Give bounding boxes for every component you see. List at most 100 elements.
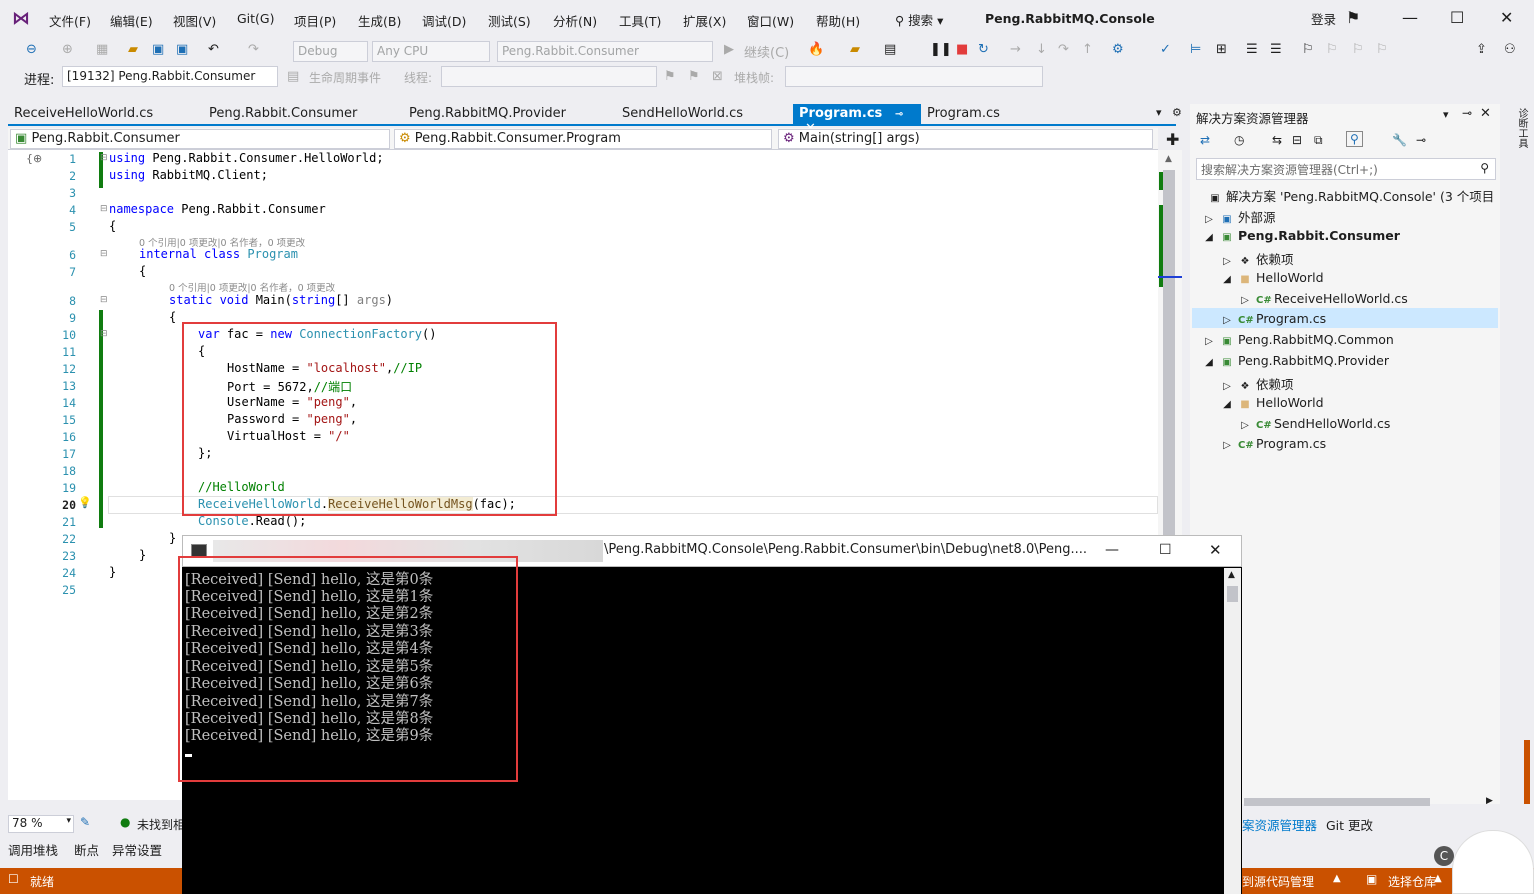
columns-icon[interactable]: ⊞ <box>1216 42 1227 57</box>
navigate-back-icon[interactable]: ⊖ <box>26 42 37 57</box>
minimize-button[interactable]: — <box>1402 8 1418 27</box>
expand-icon[interactable]: ▷ <box>1220 256 1234 267</box>
filter-icon[interactable]: ⚲ <box>1346 131 1363 147</box>
add-to-source-control[interactable]: 到源代码管理 <box>1242 873 1314 890</box>
diagnostic-tools-tab[interactable]: 诊断工具 <box>1514 108 1529 148</box>
configuration-select[interactable]: Debug <box>293 41 368 62</box>
show-next-statement-icon[interactable]: → <box>1010 42 1021 57</box>
menu-git[interactable]: Git(G) <box>237 11 275 26</box>
tree-item-consumer-project[interactable]: ◢ ▣ Peng.Rabbit.Consumer <box>1202 228 1400 243</box>
menu-edit[interactable]: 编辑(E) <box>110 11 153 30</box>
tab-sendhelloworld[interactable]: SendHelloWorld.cs <box>616 104 749 124</box>
menu-project[interactable]: 项目(P) <box>294 11 336 30</box>
pin-icon[interactable]: ⊸ <box>1462 106 1472 120</box>
expand-icon[interactable]: ▷ <box>1238 295 1252 306</box>
panel-dropdown-icon[interactable]: ▾ <box>1443 108 1449 121</box>
console-minimize-button[interactable]: — <box>1105 542 1119 558</box>
close-panel-icon[interactable]: ✕ <box>1480 106 1491 121</box>
collapse-all-icon[interactable]: ⊟ <box>1292 133 1302 147</box>
menu-file[interactable]: 文件(F) <box>49 11 91 30</box>
sync-icon[interactable]: ⇄ <box>1200 133 1210 147</box>
tree-item-external-sources[interactable]: ▷ ▣ 外部源 <box>1202 207 1275 226</box>
tab-solution-explorer[interactable]: 案资源管理器 <box>1242 815 1317 834</box>
close-window-button[interactable]: ✕ <box>1500 8 1513 27</box>
tree-item-provider-project[interactable]: ◢ ▣ Peng.RabbitMQ.Provider <box>1202 353 1389 368</box>
maximize-button[interactable]: ☐ <box>1450 8 1464 27</box>
collapse-region-icon[interactable]: ⊟ <box>100 329 108 339</box>
filter-threads-icon[interactable]: ⚑ <box>688 69 700 84</box>
menu-window[interactable]: 窗口(W) <box>747 11 794 30</box>
align-icon[interactable]: ⊨ <box>1190 42 1201 57</box>
select-repository[interactable]: 选择仓库 <box>1388 873 1436 890</box>
expand-icon[interactable]: ▷ <box>1220 315 1234 326</box>
open-file-icon[interactable]: ▰ <box>128 42 138 57</box>
collapse-region-icon[interactable]: ⊟ <box>100 204 108 214</box>
collapse-icon[interactable]: ◢ <box>1202 232 1216 243</box>
menu-extensions[interactable]: 扩展(X) <box>683 11 726 30</box>
tab-receivehelloworld[interactable]: ReceiveHelloWorld.cs <box>8 104 159 124</box>
console-scrollbar[interactable]: ▲ <box>1224 568 1241 894</box>
member-dropdown[interactable]: ⚙ Main(string[] args) <box>778 129 1153 149</box>
tree-item-program-provider[interactable]: ▷ C# Program.cs <box>1220 436 1326 451</box>
thread-select[interactable] <box>441 66 657 87</box>
diagnostics-icon[interactable]: ⚙ <box>1112 42 1124 57</box>
codelens-hint[interactable]: 0 个引用|0 项更改|0 名作者，0 项更改 <box>169 280 335 294</box>
indent-icon[interactable]: ☰ <box>1246 42 1258 57</box>
scroll-up-icon[interactable]: ▲ <box>1165 154 1172 164</box>
tree-item-common-project[interactable]: ▷ ▣ Peng.RabbitMQ.Common <box>1202 332 1394 347</box>
lightbulb-icon[interactable]: 💡 <box>78 496 92 509</box>
menu-tools[interactable]: 工具(T) <box>619 11 661 30</box>
history-icon[interactable]: ◷ <box>1234 133 1244 147</box>
tab-dropdown-icon[interactable]: ▾ <box>1150 104 1168 124</box>
tree-item-dependencies[interactable]: ▷ ❖ 依赖项 <box>1220 374 1293 393</box>
tree-item-solution[interactable]: ▣ 解决方案 'Peng.RabbitMQ.Console' (3 个项目 <box>1208 186 1494 205</box>
tab-provider-project[interactable]: Peng.RabbitMQ.Provider <box>403 104 572 124</box>
expand-icon[interactable]: ▷ <box>1220 440 1234 451</box>
restart-icon[interactable]: ↻ <box>978 42 989 57</box>
live-share-icon[interactable]: ⚇ <box>1504 42 1516 57</box>
outdent-icon[interactable]: ☰ <box>1270 42 1282 57</box>
play-icon[interactable]: ▶ <box>724 42 734 57</box>
menu-build[interactable]: 生成(B) <box>358 11 401 30</box>
properties-icon[interactable]: 🔧 <box>1392 133 1407 147</box>
process-select[interactable]: [19132] Peng.Rabbit.Consumer <box>62 66 278 87</box>
tab-breakpoints[interactable]: 断点 <box>74 840 99 859</box>
scroll-thumb[interactable] <box>1227 586 1238 602</box>
bookmark-icon[interactable]: ⚐ <box>1302 42 1314 57</box>
lifecycle-events-button[interactable]: 生命周期事件 <box>309 69 381 86</box>
continue-button[interactable]: 继续(C) <box>744 42 789 61</box>
stop-icon[interactable]: ■ <box>956 42 968 57</box>
save-icon[interactable]: ▣ <box>152 42 164 57</box>
layout-icon[interactable]: ▤ <box>884 42 896 57</box>
menu-help[interactable]: 帮助(H) <box>816 11 860 30</box>
stack-frame-select[interactable] <box>785 66 1043 87</box>
tab-git-changes[interactable]: Git 更改 <box>1326 815 1373 834</box>
scroll-up-icon[interactable]: ▲ <box>1228 570 1235 580</box>
undo-icon[interactable]: ↶ <box>208 42 219 57</box>
expand-icon[interactable]: ▷ <box>1202 214 1216 225</box>
tab-exception-settings[interactable]: 异常设置 <box>112 840 162 859</box>
prev-bookmark-icon[interactable]: ⚐ <box>1326 42 1338 57</box>
folder-icon[interactable]: ▰ <box>850 42 860 57</box>
redo-icon[interactable]: ↷ <box>248 42 259 57</box>
tree-item-helloworld-folder[interactable]: ◢ ■ HelloWorld <box>1220 395 1323 410</box>
clear-bookmark-icon[interactable]: ⚐ <box>1376 42 1388 57</box>
spellcheck-icon[interactable]: ✓ <box>1160 42 1171 57</box>
intellicode-icon[interactable]: ✎ <box>80 815 90 829</box>
expand-icon[interactable]: ▷ <box>1238 420 1252 431</box>
feedback-icon[interactable]: ⚑ <box>1346 8 1360 27</box>
collapse-icon[interactable]: ◢ <box>1220 274 1234 285</box>
expand-icon[interactable]: ▷ <box>1202 336 1216 347</box>
horizontal-scroll-thumb[interactable] <box>1244 798 1430 806</box>
collapse-region-icon[interactable]: ⊟ <box>100 153 108 163</box>
collapse-region-icon[interactable]: ⊟ <box>100 249 108 259</box>
switch-view-icon[interactable]: ⇆ <box>1272 133 1282 147</box>
save-all-icon[interactable]: ▣ <box>176 42 188 57</box>
new-item-icon[interactable]: ▦ <box>96 42 108 57</box>
copilot-icon[interactable]: C <box>1434 846 1454 866</box>
menu-debug[interactable]: 调试(D) <box>422 11 466 30</box>
step-out-icon[interactable]: ↑ <box>1082 42 1093 57</box>
pin-icon[interactable]: ⊸ <box>895 109 903 120</box>
tree-item-helloworld-folder[interactable]: ◢ ■ HelloWorld <box>1220 270 1323 285</box>
startup-project-select[interactable]: Peng.Rabbit.Consumer <box>497 41 713 62</box>
